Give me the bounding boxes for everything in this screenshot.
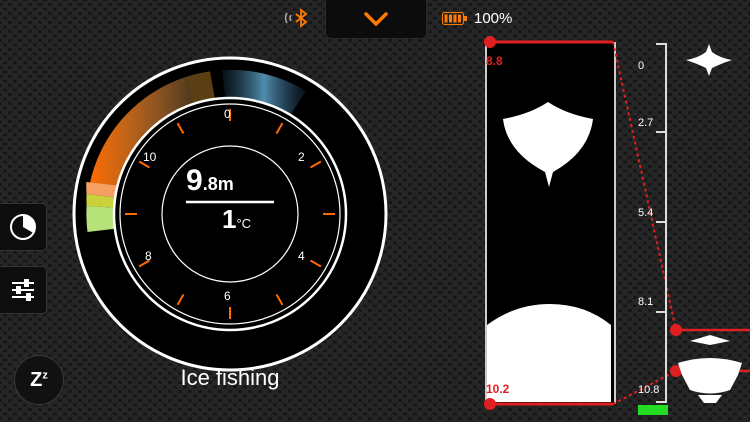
sliders-icon xyxy=(12,279,34,301)
dial-label-8: 8 xyxy=(145,249,152,263)
scale-tick-2: 5.4 xyxy=(638,207,654,219)
depth-readout: 9.8m xyxy=(186,164,286,200)
battery-level-indicator xyxy=(638,405,668,415)
status-bar: 100% xyxy=(280,8,540,30)
temperature-unit: °C xyxy=(236,216,252,231)
scale-tick-3: 8.1 xyxy=(638,296,654,308)
battery-icon xyxy=(442,12,467,25)
scale-tick-0: 0 xyxy=(638,60,645,72)
dial-label-2: 2 xyxy=(298,150,305,164)
dial-label-6: 6 xyxy=(224,289,231,303)
depth-scale xyxy=(656,43,667,403)
history-button[interactable] xyxy=(0,203,47,251)
settings-button[interactable] xyxy=(0,266,47,314)
top-depth-label: 8.8 xyxy=(486,54,503,68)
temperature-value: 1 xyxy=(222,204,237,234)
sleep-icon: Zz xyxy=(30,368,48,391)
mini-bottom-echo xyxy=(678,335,742,403)
bottom-depth-label: 10.2 xyxy=(486,382,510,396)
scale-tick-4: 10.8 xyxy=(638,384,660,396)
clock-icon xyxy=(10,214,36,240)
mode-label: Ice fishing xyxy=(180,365,280,390)
dial-label-4: 4 xyxy=(298,249,305,263)
depth-value: 9 xyxy=(186,164,203,197)
bluetooth-icon xyxy=(284,8,308,28)
scale-tick-1: 2.7 xyxy=(638,117,654,129)
dial-label-10: 10 xyxy=(143,150,157,164)
sleep-button[interactable]: Zz xyxy=(14,355,64,405)
battery-percentage: 100% xyxy=(474,10,513,27)
temperature-readout: 1°C xyxy=(222,204,302,238)
dial-label-0: 0 xyxy=(224,107,231,121)
depth-unit: .8m xyxy=(202,174,234,194)
mini-fish-echo xyxy=(686,44,732,76)
